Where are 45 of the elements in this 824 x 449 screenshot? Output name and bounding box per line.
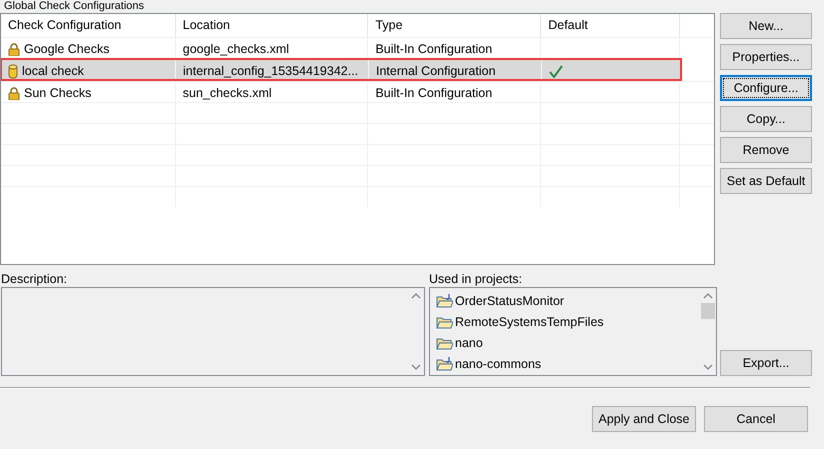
description-label: Description: (1, 271, 68, 287)
folder-icon (436, 294, 453, 308)
table-cell: Internal Configuration (376, 64, 496, 78)
table-cell: google_checks.xml (182, 42, 290, 56)
footer-button[interactable]: Cancel (704, 406, 808, 432)
table-cell: internal_config_15354419342... (183, 64, 358, 78)
column-header[interactable]: Check Configuration (1, 14, 176, 37)
table-row[interactable]: Sun Checks sun_checks.xml Built-In Configuration (1, 81, 714, 102)
column-header[interactable]: Type (368, 14, 542, 37)
table-cell: Google Checks (24, 42, 110, 56)
project-item[interactable]: nano (455, 336, 483, 350)
projects-label: Used in projects: (429, 271, 524, 287)
lock-icon (8, 86, 20, 100)
scroll-up-icon[interactable] (702, 292, 712, 299)
footer-button[interactable]: Apply and Close (592, 406, 696, 432)
column-header[interactable]: Location (176, 14, 368, 37)
table-cell: local check (22, 64, 84, 78)
folder-icon (436, 314, 453, 328)
project-item[interactable]: nano-commons (455, 356, 542, 370)
column-header[interactable]: Default (541, 14, 680, 37)
table-cell: Sun Checks (24, 86, 92, 100)
scrollbar-thumb[interactable] (700, 303, 714, 319)
scroll-down-icon[interactable] (702, 364, 712, 371)
project-item[interactable]: RemoteSystemsTempFiles (455, 314, 604, 328)
project-item[interactable]: OrderStatusMonitor (455, 294, 564, 308)
table-row[interactable]: local check internal_config_15354419342... Internal Configuration (1, 59, 681, 80)
side-button[interactable]: Properties... (720, 44, 812, 70)
lock-icon (8, 42, 20, 56)
folder-icon (436, 356, 453, 370)
projects-list[interactable]: OrderStatusMonitor RemoteSystemsTempFiles nano nano-commons (429, 287, 717, 376)
side-button[interactable]: Remove (720, 137, 812, 163)
side-button[interactable]: Copy... (720, 106, 812, 132)
export-button[interactable]: Export... (720, 350, 812, 376)
side-button[interactable]: New... (720, 13, 812, 39)
scroll-up-icon[interactable] (410, 292, 420, 299)
cylinder-icon (8, 64, 18, 78)
table-cell: sun_checks.xml (182, 86, 272, 100)
description-box[interactable] (1, 287, 425, 376)
table-cell: Built-In Configuration (375, 86, 492, 100)
side-button[interactable]: Configure... (720, 75, 812, 101)
scroll-down-icon[interactable] (410, 364, 420, 371)
table-cell: Built-In Configuration (375, 42, 492, 56)
folder-icon (436, 336, 453, 350)
group-title: Global Check Configurations (3, 0, 146, 13)
side-button[interactable]: Set as Default (720, 168, 812, 194)
